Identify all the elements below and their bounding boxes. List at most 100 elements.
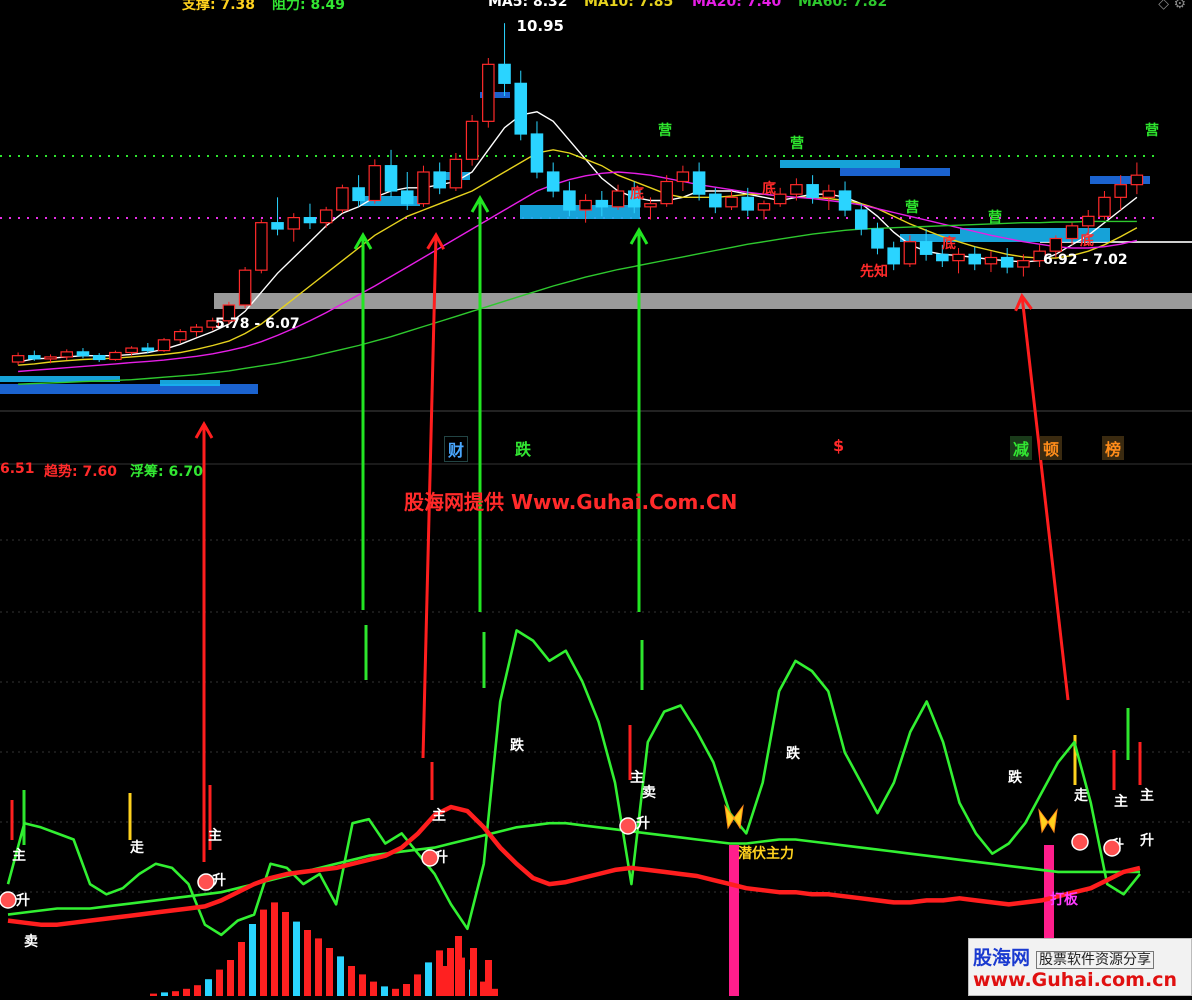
candle-body bbox=[433, 171, 446, 189]
candle-body bbox=[692, 171, 706, 195]
volume-bar bbox=[403, 984, 410, 996]
candle-body bbox=[255, 222, 268, 271]
resistance-label: 阻力: 8.49 bbox=[272, 0, 346, 13]
signal-jian: 减 bbox=[1010, 436, 1033, 460]
indicator-label: 跌 bbox=[786, 746, 801, 762]
butterfly-icon bbox=[1038, 808, 1058, 834]
candle-body bbox=[563, 190, 576, 211]
candle-body bbox=[417, 171, 430, 205]
candle-body bbox=[44, 356, 57, 360]
candle-body bbox=[60, 351, 74, 358]
marker-ying: 营 bbox=[988, 209, 1002, 226]
candle-body bbox=[368, 165, 382, 202]
rise-ball-icon bbox=[197, 873, 215, 891]
indicator-label: 主 bbox=[630, 769, 644, 786]
candle-body bbox=[1017, 260, 1030, 268]
volume-bar bbox=[249, 924, 256, 996]
candle-body bbox=[1114, 184, 1127, 198]
volume-bar bbox=[447, 948, 454, 996]
candle-body bbox=[400, 190, 414, 205]
volume-bar bbox=[485, 960, 492, 996]
candle-body bbox=[1000, 256, 1014, 268]
candle-body bbox=[887, 247, 900, 265]
candle-body bbox=[125, 347, 138, 354]
marker-xianzhi: 先知 bbox=[860, 263, 888, 280]
candle-body bbox=[725, 196, 738, 208]
rise-ball-icon bbox=[1071, 833, 1089, 851]
volume-bar bbox=[414, 974, 421, 996]
watermark-text: 股海网提供 Www.Guhai.Com.CN bbox=[404, 490, 738, 514]
settings-icon[interactable]: ⚙ bbox=[1173, 0, 1186, 12]
volume-bar bbox=[205, 979, 212, 996]
volume-bar bbox=[227, 960, 234, 996]
marker-ying: 营 bbox=[1145, 122, 1159, 139]
candle-body bbox=[741, 196, 755, 211]
candle-body bbox=[514, 82, 528, 135]
volume-bar bbox=[491, 988, 498, 996]
marker-di: 底 bbox=[630, 185, 644, 202]
volume-bar bbox=[455, 936, 462, 996]
marker-ying: 营 bbox=[658, 122, 672, 139]
volume-bar bbox=[293, 921, 300, 996]
candle-body bbox=[319, 209, 333, 224]
candle-body bbox=[854, 209, 868, 230]
indicator-label: 跌 bbox=[1008, 770, 1023, 786]
support-band bbox=[214, 293, 1192, 309]
volume-bar bbox=[326, 948, 333, 996]
indicator-label: 主 bbox=[1114, 793, 1128, 810]
peak-price-label: 10.95 bbox=[517, 17, 564, 35]
fluctuation-line bbox=[6, 629, 1142, 937]
indicator-label: 主 bbox=[1140, 787, 1154, 804]
window-controls[interactable]: ◇ ⚙ bbox=[1158, 0, 1186, 12]
candle-body bbox=[709, 193, 722, 208]
rise-ball-icon bbox=[619, 817, 637, 835]
indicator-label: 升 bbox=[636, 815, 650, 832]
trend-label: 趋势: 7.60 bbox=[44, 464, 118, 480]
candle-body bbox=[773, 193, 787, 205]
candle-body bbox=[546, 171, 560, 192]
volume-bar bbox=[282, 912, 289, 996]
indicator-label: 卖 bbox=[642, 784, 656, 801]
candle-body bbox=[806, 184, 819, 198]
candle-body bbox=[287, 217, 301, 230]
rise-ball-icon bbox=[421, 849, 439, 867]
volume-bar bbox=[304, 930, 311, 996]
volume-bar bbox=[425, 962, 432, 996]
indicator-label: 跌 bbox=[510, 738, 525, 754]
volume-bar bbox=[440, 966, 447, 996]
candle-body bbox=[1130, 174, 1144, 186]
indicator-label: 走 bbox=[130, 840, 145, 856]
candle-body bbox=[595, 199, 609, 208]
volume-bar bbox=[216, 969, 223, 996]
volume-bar bbox=[260, 909, 267, 996]
candle-body bbox=[919, 241, 933, 255]
support-label: 支撑: 7.38 bbox=[182, 0, 256, 13]
marker-di: 底 bbox=[762, 180, 776, 197]
candle-body bbox=[352, 187, 365, 202]
indicator-label: 走 bbox=[1074, 788, 1089, 804]
candle-body bbox=[1065, 225, 1079, 240]
chip-block bbox=[780, 160, 900, 168]
candle-body bbox=[644, 203, 657, 208]
ma10-label: MA10: 7.85 bbox=[584, 0, 674, 10]
ma20-label: MA20: 7.40 bbox=[692, 0, 782, 10]
indicator-label: 升 bbox=[16, 892, 30, 909]
pink-column bbox=[729, 845, 739, 996]
candle-body bbox=[303, 217, 317, 224]
candle-body bbox=[498, 63, 511, 84]
volume-bar bbox=[470, 948, 477, 996]
rise-ball-icon bbox=[0, 891, 17, 909]
candle-body bbox=[449, 158, 463, 189]
volume-bar bbox=[392, 988, 399, 996]
candle-body bbox=[790, 184, 803, 195]
candle-body bbox=[936, 253, 949, 262]
candle-body bbox=[968, 253, 982, 265]
support-label-left: 5.78 - 6.07 bbox=[215, 316, 300, 332]
diamond-icon[interactable]: ◇ bbox=[1158, 0, 1169, 12]
signal-dun: 顿 bbox=[1040, 436, 1063, 460]
candle-body bbox=[757, 203, 771, 211]
candle-body bbox=[952, 253, 965, 262]
signal-bang: 榜 bbox=[1102, 436, 1125, 460]
site-logo[interactable]: 股海网 股票软件资源分享 www.Guhai.com.cn bbox=[968, 938, 1192, 996]
candle-body bbox=[482, 63, 495, 122]
